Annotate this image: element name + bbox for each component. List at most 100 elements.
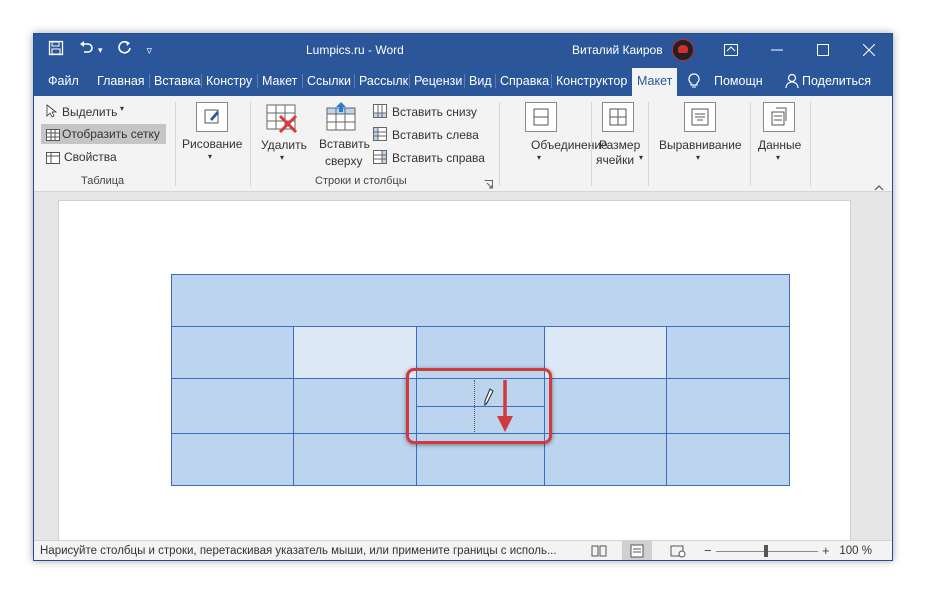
maximize-button[interactable] xyxy=(800,34,846,66)
merge-dropdown-icon[interactable]: ▾ xyxy=(537,153,541,162)
user-name[interactable]: Виталий Каиров xyxy=(572,43,663,57)
table-cell[interactable] xyxy=(666,326,790,379)
window-title: Lumpics.ru - Word xyxy=(306,43,404,57)
table-cell[interactable] xyxy=(666,378,790,434)
zoom-level[interactable]: 100 % xyxy=(839,545,872,557)
title-bar: ▾ ▿ Lumpics.ru - Word Виталий Каиров xyxy=(34,34,892,66)
draw-dropdown-icon[interactable]: ▾ xyxy=(208,152,212,161)
save-icon[interactable] xyxy=(48,40,64,60)
ribbon-tabs: Файл Главная Вставка Констру Макет Ссылк… xyxy=(34,66,892,96)
table-cell[interactable] xyxy=(293,433,417,486)
tab-review[interactable]: Рецензи xyxy=(409,74,462,88)
select-dropdown-icon[interactable]: ▾ xyxy=(120,104,124,113)
tab-references[interactable]: Ссылки xyxy=(302,74,351,88)
group-separator xyxy=(175,102,176,186)
table-cell[interactable] xyxy=(293,378,417,434)
cell-size-icon xyxy=(602,102,634,132)
tab-layout[interactable]: Макет xyxy=(257,74,297,88)
status-message: Нарисуйте столбцы и строки, перетаскивая… xyxy=(40,545,557,557)
zoom-slider-thumb[interactable] xyxy=(764,545,768,557)
table-cell[interactable] xyxy=(544,326,667,379)
alignment-icon xyxy=(684,102,716,132)
table-cell[interactable] xyxy=(171,433,294,486)
arrow-down-icon xyxy=(494,378,514,439)
delete-dropdown-icon[interactable]: ▾ xyxy=(280,153,284,162)
table-cell[interactable] xyxy=(544,378,667,434)
delete-button[interactable]: Удалить xyxy=(261,138,307,152)
cell-size-button-line2[interactable]: ячейки xyxy=(596,153,634,167)
avatar[interactable] xyxy=(672,39,694,61)
alignment-button[interactable]: Выравнивание xyxy=(659,138,742,152)
group-label-rows-columns: Строки и столбцы xyxy=(315,175,407,187)
share-button[interactable]: Поделиться xyxy=(802,74,871,88)
ribbon-display-options-icon[interactable] xyxy=(708,34,754,66)
draw-button[interactable]: Рисование xyxy=(182,137,242,151)
zoom-out-button[interactable]: − xyxy=(704,543,712,558)
merge-button[interactable]: Объединение xyxy=(531,138,608,152)
group-separator xyxy=(250,102,251,186)
properties-icon xyxy=(46,151,60,169)
insert-left-button[interactable]: Вставить слева xyxy=(392,128,479,142)
data-dropdown-icon[interactable]: ▾ xyxy=(776,153,780,162)
read-mode-icon[interactable] xyxy=(591,544,607,560)
insert-above-button-line2[interactable]: сверху xyxy=(325,154,362,168)
show-gridlines-button[interactable]: Отобразить сетку xyxy=(62,127,160,141)
group-separator xyxy=(810,102,811,186)
group-separator xyxy=(648,102,649,186)
tab-home[interactable]: Главная xyxy=(97,74,145,88)
draw-icon xyxy=(196,102,228,132)
customize-qat-icon[interactable]: ▿ xyxy=(147,44,153,57)
zoom-in-button[interactable]: + xyxy=(822,543,830,558)
window-controls xyxy=(708,34,892,66)
undo-dropdown-icon[interactable]: ▾ xyxy=(98,45,103,56)
tab-table-design[interactable]: Конструктор xyxy=(551,74,627,88)
group-separator xyxy=(591,102,592,186)
table-cell[interactable] xyxy=(171,378,294,434)
alignment-dropdown-icon[interactable]: ▾ xyxy=(696,153,700,162)
quick-access-toolbar: ▾ ▿ xyxy=(48,40,152,60)
minimize-button[interactable] xyxy=(754,34,800,66)
cell-size-button[interactable]: Размер xyxy=(599,138,640,152)
highlight-frame xyxy=(406,368,552,444)
pencil-cursor-icon xyxy=(484,388,494,411)
web-layout-icon[interactable] xyxy=(670,544,686,560)
data-button[interactable]: Данные xyxy=(758,138,801,152)
group-separator xyxy=(750,102,751,186)
lightbulb-icon xyxy=(688,73,700,94)
insert-left-icon xyxy=(373,127,387,146)
table-cell[interactable] xyxy=(666,433,790,486)
table-cell[interactable] xyxy=(171,274,790,327)
group-separator xyxy=(499,102,500,186)
group-label-table: Таблица xyxy=(81,175,125,187)
delete-table-icon xyxy=(266,104,300,139)
insert-right-button[interactable]: Вставить справа xyxy=(392,151,485,165)
select-cursor-icon xyxy=(46,104,58,123)
tell-me-search[interactable]: Помощн xyxy=(714,74,763,88)
gridlines-icon xyxy=(46,128,60,146)
tab-insert[interactable]: Вставка xyxy=(149,74,200,88)
data-icon xyxy=(763,102,795,132)
table-cell[interactable] xyxy=(293,326,417,379)
insert-above-icon xyxy=(326,102,358,137)
tab-view[interactable]: Вид xyxy=(464,74,492,88)
print-layout-icon[interactable] xyxy=(622,541,652,560)
tab-mailings[interactable]: Рассылк xyxy=(354,74,408,88)
insert-below-icon xyxy=(373,104,387,123)
insert-below-button[interactable]: Вставить снизу xyxy=(392,105,477,119)
properties-button[interactable]: Свойства xyxy=(64,150,117,164)
select-button[interactable]: Выделить xyxy=(62,105,117,119)
tab-table-layout[interactable]: Макет xyxy=(632,68,678,96)
cell-size-dropdown-icon[interactable]: ▾ xyxy=(639,153,643,162)
insert-above-button[interactable]: Вставить xyxy=(319,137,370,151)
share-icon[interactable] xyxy=(785,73,799,94)
tab-help[interactable]: Справка xyxy=(495,74,549,88)
table-cell[interactable] xyxy=(171,326,294,379)
tab-design[interactable]: Констру xyxy=(201,74,252,88)
insert-right-icon xyxy=(373,150,387,169)
ribbon: Выделить ▾ Отобразить сетку Свойства Таб… xyxy=(34,96,892,192)
redo-icon[interactable] xyxy=(117,40,133,60)
tab-file[interactable]: Файл xyxy=(48,74,79,88)
table-cell[interactable] xyxy=(544,433,667,486)
undo-icon[interactable] xyxy=(78,40,94,60)
close-button[interactable] xyxy=(846,34,892,66)
